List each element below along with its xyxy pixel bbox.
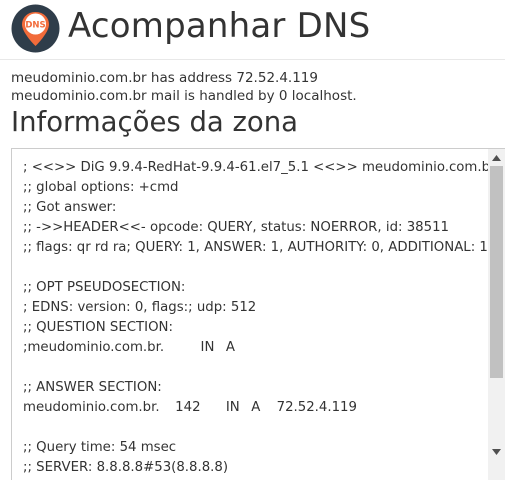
zone-info-title: Informações da zona bbox=[11, 106, 299, 138]
zone-info-textarea[interactable]: ; <<>> DiG 9.9.4-RedHat-9.9.4-61.el7_5.1… bbox=[11, 148, 505, 480]
triangle-up-icon[interactable] bbox=[488, 149, 505, 166]
zone-info-text: ; <<>> DiG 9.9.4-RedHat-9.9.4-61.el7_5.1… bbox=[23, 160, 496, 475]
dns-logo: DNS bbox=[11, 4, 60, 53]
resize-handle[interactable] bbox=[488, 465, 505, 480]
logo-text: DNS bbox=[25, 21, 45, 31]
page-title: Acompanhar DNS bbox=[68, 6, 371, 46]
result-line: meudominio.com.br mail is handled by 0 l… bbox=[11, 88, 357, 104]
vertical-scrollbar[interactable] bbox=[488, 149, 505, 480]
lookup-results: meudominio.com.br has address 72.52.4.11… bbox=[11, 69, 357, 105]
result-line: meudominio.com.br has address 72.52.4.11… bbox=[11, 70, 318, 86]
page-header: DNS Acompanhar DNS bbox=[0, 0, 505, 60]
scrollbar-thumb[interactable] bbox=[490, 166, 503, 378]
triangle-down-icon[interactable] bbox=[488, 443, 505, 460]
